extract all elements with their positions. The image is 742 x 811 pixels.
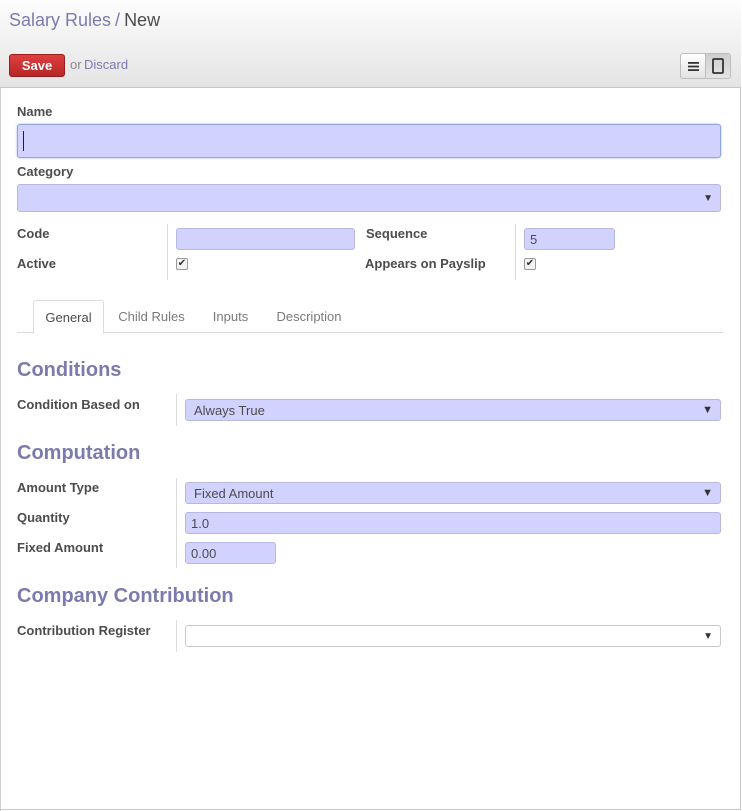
breadcrumb-separator: / — [115, 10, 121, 30]
quantity-input[interactable]: 1.0 — [185, 512, 721, 534]
form-view-button[interactable] — [705, 54, 730, 78]
quantity-label: Quantity — [17, 510, 70, 525]
view-switcher — [680, 53, 731, 79]
contribution-register-label: Contribution Register — [17, 623, 151, 638]
computation-heading: Computation — [17, 442, 141, 464]
list-view-button[interactable] — [681, 54, 705, 78]
save-button[interactable]: Save — [9, 54, 65, 77]
amount-type-value: Fixed Amount — [194, 485, 274, 501]
name-label: Name — [17, 104, 53, 119]
chevron-down-icon: ▼ — [702, 487, 713, 499]
code-input[interactable] — [176, 228, 355, 250]
category-select[interactable]: ▼ — [17, 184, 721, 212]
sequence-label: Sequence — [366, 226, 428, 241]
column-divider — [176, 394, 177, 426]
contribution-register-select[interactable]: ▼ — [185, 625, 721, 647]
active-checkbox[interactable]: ✔ — [176, 258, 188, 270]
sequence-input[interactable]: 5 — [524, 228, 615, 250]
appears-on-payslip-label: Appears on Payslip — [365, 256, 486, 271]
breadcrumb-parent-link[interactable]: Salary Rules — [9, 10, 111, 30]
condition-based-on-label: Condition Based on — [17, 397, 140, 412]
checkmark-icon: ✔ — [525, 258, 535, 269]
column-divider — [176, 620, 177, 652]
amount-type-select[interactable]: Fixed Amount ▼ — [185, 482, 721, 504]
column-divider — [176, 478, 177, 568]
notebook-tabs: General Child Rules Inputs Description — [17, 300, 723, 334]
tab-general[interactable]: General — [33, 300, 104, 334]
active-label: Active — [17, 256, 57, 271]
discard-link[interactable]: Discard — [84, 57, 128, 72]
appears-on-payslip-checkbox[interactable]: ✔ — [524, 258, 536, 270]
list-view-icon — [687, 61, 699, 71]
form-view-icon — [712, 58, 725, 74]
column-divider — [515, 224, 516, 280]
control-panel-header: Salary Rules / New Save or Discard — [0, 0, 741, 88]
tab-inputs[interactable]: Inputs — [203, 300, 258, 333]
chevron-down-icon: ▼ — [702, 404, 713, 416]
breadcrumb-current: New — [124, 10, 161, 30]
column-divider — [167, 224, 168, 280]
chevron-down-icon: ▼ — [703, 630, 713, 642]
category-label: Category — [17, 164, 74, 179]
conditions-heading: Conditions — [17, 359, 122, 381]
company-contribution-heading: Company Contribution — [17, 585, 234, 607]
breadcrumb: Salary Rules / New — [9, 10, 160, 31]
tab-description[interactable]: Description — [269, 300, 349, 333]
fixed-amount-input[interactable]: 0.00 — [185, 542, 276, 564]
code-label: Code — [17, 226, 50, 241]
name-input[interactable] — [17, 124, 721, 158]
amount-type-label: Amount Type — [17, 480, 100, 495]
or-text: or — [70, 57, 82, 72]
chevron-down-icon: ▼ — [703, 192, 713, 204]
text-cursor — [23, 131, 24, 151]
condition-based-on-value: Always True — [194, 402, 265, 418]
condition-based-on-select[interactable]: Always True ▼ — [185, 399, 721, 421]
checkmark-icon: ✔ — [177, 258, 187, 269]
fixed-amount-label: Fixed Amount — [17, 540, 104, 555]
tab-child-rules[interactable]: Child Rules — [109, 300, 194, 333]
